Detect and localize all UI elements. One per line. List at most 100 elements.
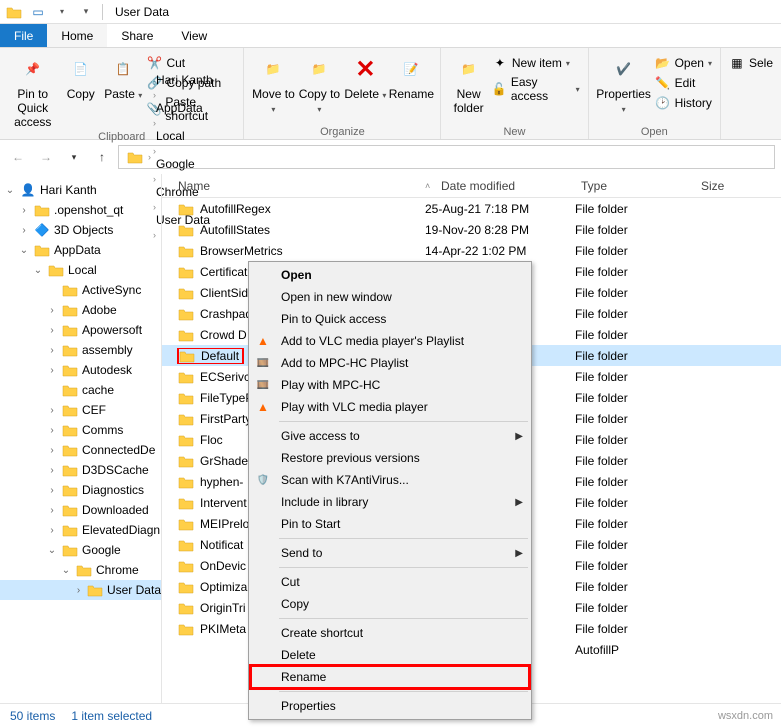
context-menu-item[interactable]: Send to▶: [251, 542, 529, 564]
rename-button[interactable]: 📝Rename: [388, 50, 434, 102]
expand-icon[interactable]: ›: [46, 505, 58, 516]
cut-button[interactable]: ✂️Cut: [144, 54, 237, 72]
paste-button[interactable]: 📋 Paste ▾: [102, 50, 144, 102]
expand-icon[interactable]: ›: [46, 465, 58, 476]
expand-icon[interactable]: ›: [18, 205, 30, 216]
open-button[interactable]: 📂Open ▾: [653, 54, 714, 72]
table-row[interactable]: BrowserMetrics14-Apr-22 1:02 PMFile fold…: [162, 240, 781, 261]
col-name[interactable]: Name: [162, 179, 417, 193]
forward-button[interactable]: →: [34, 145, 58, 169]
select-all-button[interactable]: ▦Sele: [727, 54, 775, 72]
nav-item[interactable]: ›CEF: [0, 400, 161, 420]
context-menu-item[interactable]: Restore previous versions: [251, 447, 529, 469]
nav-item[interactable]: ›Diagnostics: [0, 480, 161, 500]
nav-item[interactable]: ›Apowersoft: [0, 320, 161, 340]
tab-home[interactable]: Home: [47, 24, 107, 47]
nav-item[interactable]: ›🔷3D Objects: [0, 220, 161, 240]
easy-access-button[interactable]: 🔓Easy access ▾: [490, 74, 582, 104]
nav-item[interactable]: ⌄Google: [0, 540, 161, 560]
nav-item[interactable]: ⌄👤Hari Kanth: [0, 180, 161, 200]
nav-item[interactable]: ›User Data: [0, 580, 161, 600]
context-menu-item[interactable]: Pin to Quick access: [251, 308, 529, 330]
table-row[interactable]: AutofillStates19-Nov-20 8:28 PMFile fold…: [162, 219, 781, 240]
breadcrumb-item[interactable]: Local: [152, 129, 217, 143]
expand-icon[interactable]: ›: [46, 405, 58, 416]
context-menu-item[interactable]: Cut: [251, 571, 529, 593]
tab-view[interactable]: View: [167, 24, 221, 47]
nav-item[interactable]: ›Downloaded: [0, 500, 161, 520]
tab-share[interactable]: Share: [107, 24, 167, 47]
breadcrumb-item[interactable]: Hari Kanth: [152, 73, 217, 87]
nav-item[interactable]: ⌄Chrome: [0, 560, 161, 580]
copy-to-button[interactable]: 📁Copy to ▾: [296, 50, 342, 116]
context-menu-item[interactable]: 🛡️Scan with K7AntiVirus...: [251, 469, 529, 491]
breadcrumb-item[interactable]: AppData: [152, 101, 217, 115]
nav-item[interactable]: ›.openshot_qt: [0, 200, 161, 220]
expand-icon[interactable]: ⌄: [18, 245, 30, 256]
edit-button[interactable]: ✏️Edit: [653, 74, 714, 92]
context-menu-item[interactable]: Pin to Start: [251, 513, 529, 535]
nav-item[interactable]: ›D3DSCache: [0, 460, 161, 480]
expand-icon[interactable]: ›: [46, 485, 58, 496]
context-menu-item[interactable]: 🎞️Add to MPC-HC Playlist: [251, 352, 529, 374]
context-menu-item[interactable]: Delete: [251, 644, 529, 666]
back-button[interactable]: ←: [6, 145, 30, 169]
up-button[interactable]: ↑: [90, 145, 114, 169]
qat-customize-icon[interactable]: ▾: [76, 2, 96, 22]
breadcrumb-item[interactable]: Google: [152, 157, 217, 171]
context-menu-item[interactable]: Include in library▶: [251, 491, 529, 513]
copy-button[interactable]: 📄 Copy: [60, 50, 102, 102]
context-menu-item[interactable]: ▲Add to VLC media player's Playlist: [251, 330, 529, 352]
nav-item[interactable]: ›Comms: [0, 420, 161, 440]
context-menu-item[interactable]: 🎞️Play with MPC-HC: [251, 374, 529, 396]
context-menu-item[interactable]: Copy: [251, 593, 529, 615]
context-menu-item[interactable]: Rename: [251, 666, 529, 688]
pin-quick-access-button[interactable]: 📌 Pin to Quick access: [6, 50, 60, 129]
context-menu-item[interactable]: Open in new window: [251, 286, 529, 308]
col-date[interactable]: Date modified: [433, 179, 573, 193]
address-bar[interactable]: › Hari Kanth›AppData›Local›Google›Chrome…: [118, 145, 775, 169]
expand-icon[interactable]: ›: [74, 585, 83, 596]
expand-icon[interactable]: ›: [46, 445, 58, 456]
qat-properties-icon[interactable]: ▭: [28, 2, 48, 22]
nav-item[interactable]: ›Autodesk: [0, 360, 161, 380]
nav-item[interactable]: ›assembly: [0, 340, 161, 360]
qat-dropdown-icon[interactable]: ▾: [52, 2, 72, 22]
expand-icon[interactable]: ⌄: [46, 545, 58, 556]
breadcrumb-root[interactable]: [123, 150, 147, 164]
nav-item[interactable]: cache: [0, 380, 161, 400]
context-menu-item[interactable]: ▲Play with VLC media player: [251, 396, 529, 418]
new-item-button[interactable]: ✦New item ▾: [490, 54, 582, 72]
tab-file[interactable]: File: [0, 24, 47, 47]
col-size[interactable]: Size: [693, 179, 763, 193]
nav-item[interactable]: ⌄Local: [0, 260, 161, 280]
navigation-pane[interactable]: ⌄👤Hari Kanth›.openshot_qt›🔷3D Objects⌄Ap…: [0, 174, 162, 703]
col-type[interactable]: Type: [573, 179, 693, 193]
nav-item[interactable]: ⌄AppData: [0, 240, 161, 260]
nav-item[interactable]: ActiveSync: [0, 280, 161, 300]
expand-icon[interactable]: ›: [18, 225, 30, 236]
nav-item[interactable]: ›ElevatedDiagn: [0, 520, 161, 540]
expand-icon[interactable]: ›: [46, 305, 58, 316]
expand-icon[interactable]: ›: [46, 345, 58, 356]
delete-button[interactable]: ✕Delete ▾: [342, 50, 388, 102]
nav-item[interactable]: ›ConnectedDe: [0, 440, 161, 460]
expand-icon[interactable]: ⌄: [4, 185, 16, 196]
nav-item[interactable]: ›Adobe: [0, 300, 161, 320]
expand-icon[interactable]: ›: [46, 365, 58, 376]
column-headers[interactable]: Name ˄ Date modified Type Size: [162, 174, 781, 198]
expand-icon[interactable]: ›: [46, 325, 58, 336]
history-button[interactable]: 🕑History: [653, 94, 714, 112]
context-menu-item[interactable]: Open: [251, 264, 529, 286]
new-folder-button[interactable]: 📁New folder: [447, 50, 489, 116]
move-to-button[interactable]: 📁Move to ▾: [250, 50, 296, 116]
context-menu-item[interactable]: Give access to▶: [251, 425, 529, 447]
context-menu-item[interactable]: Properties: [251, 695, 529, 717]
expand-icon[interactable]: ›: [46, 425, 58, 436]
properties-button[interactable]: ✔️Properties ▾: [595, 50, 653, 116]
recent-dropdown[interactable]: ▾: [62, 145, 86, 169]
context-menu-item[interactable]: Create shortcut: [251, 622, 529, 644]
expand-icon[interactable]: ›: [46, 525, 58, 536]
expand-icon[interactable]: ⌄: [60, 565, 72, 576]
expand-icon[interactable]: ⌄: [32, 265, 44, 276]
